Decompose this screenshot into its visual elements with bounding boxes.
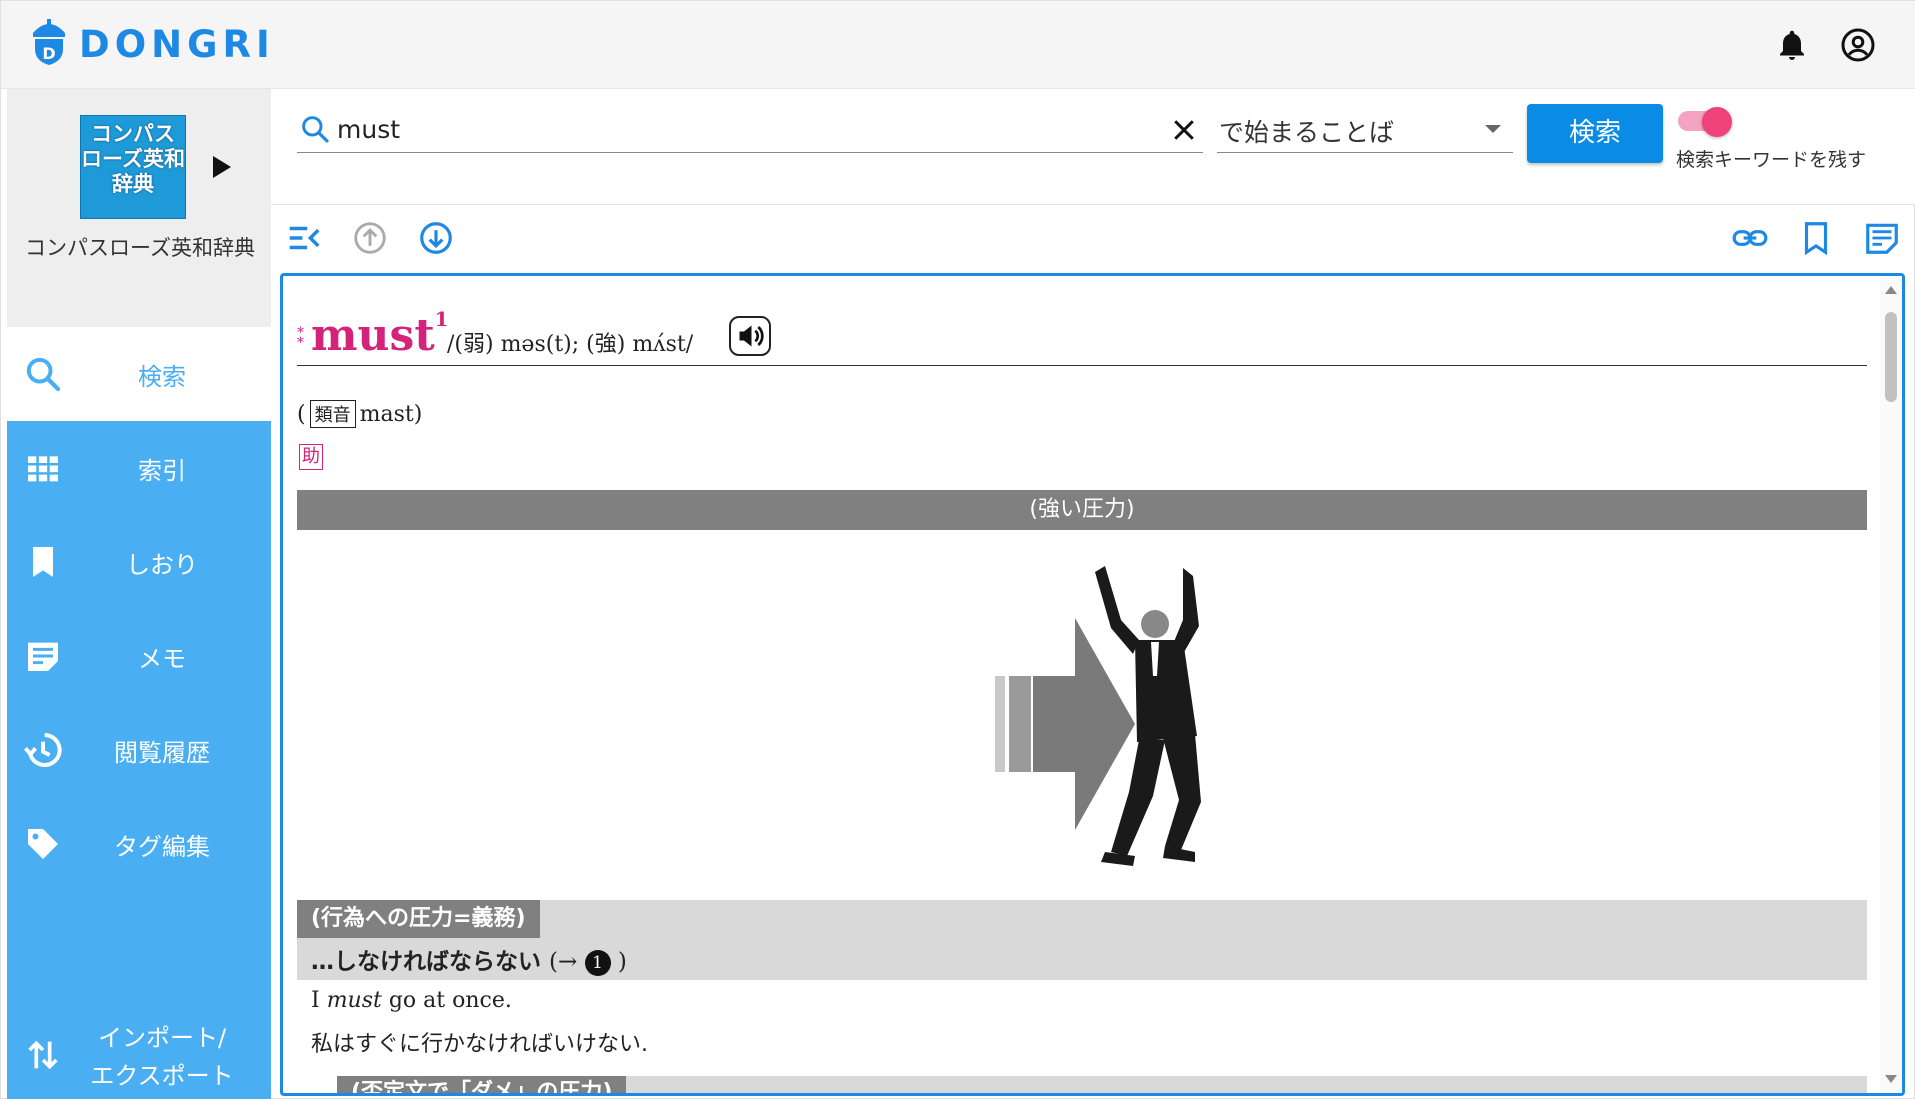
chevron-down-icon [1485,125,1501,133]
headword-text: must [311,310,435,361]
tag-icon [23,824,63,864]
book-cover[interactable]: コンパスローズ英和辞典 [80,115,186,219]
arrow-down-circle-icon[interactable] [417,219,455,257]
memo-outline-icon[interactable] [1863,219,1901,257]
app-window: D DONGRI コンパスローズ英和辞典 コンパスローズ英和辞典 検索 索引 し… [0,0,1915,1099]
sidebar-item-tag-edit[interactable]: タグ編集 [7,797,271,891]
speaker-icon[interactable] [729,316,771,356]
import-export-icon [23,1035,63,1075]
search-icon [23,354,63,394]
sidebar-item-search[interactable]: 検索 [7,327,271,421]
headword: must1 [311,307,449,361]
sidebar-item-label: 閲覧履歴 [114,738,210,767]
next-section-tag: (否定文で「ダメ」の圧力) [337,1076,627,1093]
sidebar-item-bookmarks[interactable]: しおり [7,515,271,609]
app-name: DONGRI [79,22,275,66]
core-meaning-bar: (強い圧力) [297,490,1867,530]
arrow-up-circle-icon[interactable] [351,219,389,257]
sidebar-item-history[interactable]: 閲覧履歴 [7,703,271,797]
bell-icon[interactable] [1774,27,1810,63]
sidebar-item-index[interactable]: 索引 [7,421,271,515]
bookmark-outline-icon[interactable] [1797,219,1835,257]
sidebar-item-label: タグ編集 [114,832,210,861]
collapse-menu-icon[interactable] [285,219,323,257]
scroll-up-arrow-icon[interactable] [1885,286,1897,294]
book-selector[interactable]: コンパスローズ英和辞典 コンパスローズ英和辞典 [7,89,271,327]
ref-open: (→ [549,949,578,975]
sidebar-item-label: しおり [126,550,198,579]
toggle-knob [1702,107,1732,137]
section-title: …しなければならない (→ 1 ) [311,942,627,976]
paren-open: ( [297,402,306,427]
account-circle-icon[interactable] [1840,27,1876,63]
sidebar-item-label: 検索 [138,362,186,391]
section-tag: (行為への圧力=義務) [297,900,540,938]
similar-word[interactable]: mast [360,402,414,427]
keep-keyword-toggle[interactable] [1678,107,1732,137]
example-pre: I [311,988,327,1013]
search-input-value[interactable]: must [337,115,400,144]
core-image-illustration [987,556,1267,876]
frequency-stars: * * [297,325,304,351]
section-title-text: …しなければならない [311,949,541,975]
search-mode-value: で始まることば [1219,118,1395,147]
similar-sound-tag: 類音 [309,400,356,428]
sidebar-item-label: メモ [138,644,186,673]
search-icon [299,113,331,145]
bookmark-icon [23,542,63,582]
pronunciation: /(弱) məs(t); (強) mʌ́st/ [447,332,694,357]
acorn-logo-icon: D [29,19,69,69]
sidebar-item-label: 索引 [138,456,186,485]
export-label: エクスポート [90,1062,234,1090]
history-icon [23,730,63,770]
meaning-section: (行為への圧力=義務) …しなければならない (→ 1 ) [297,900,1867,980]
svg-text:D: D [42,44,55,63]
keep-keyword-label: 検索キーワードを残す [1676,149,1867,171]
section-ref[interactable]: (→ 1 ) [549,949,627,976]
search-button[interactable]: 検索 [1527,104,1663,163]
scrollbar[interactable] [1880,276,1902,1093]
example-japanese: 私はすぐに行かなければいけない. [311,1032,648,1057]
sidebar-item-import-export[interactable]: インポート/ エクスポート [7,1009,271,1099]
example-emphasis: must [326,988,382,1013]
part-of-speech-badge: 助 [299,444,323,470]
book-name: コンパスローズ英和辞典 [25,236,255,260]
next-meaning-section: (否定文で「ダメ」の圧力) [337,1076,1867,1093]
link-icon[interactable] [1731,219,1769,257]
search-area: must で始まることば 検索 検索キーワードを残す [271,89,1915,205]
logo[interactable]: D DONGRI [29,19,275,69]
scrollbar-thumb[interactable] [1885,312,1897,402]
entry-headline: * * must1 /(弱) məs(t); (強) mʌ́st/ [297,306,1867,366]
close-icon[interactable] [1169,115,1199,145]
example-english: I must go at once. [311,988,512,1013]
sidebar-item-label: インポート/ エクスポート [77,1019,247,1095]
import-label: インポート/ [97,1024,227,1052]
grid-icon [23,448,63,488]
top-bar: D DONGRI [1,1,1915,89]
dictionary-entry-panel[interactable]: * * must1 /(弱) məs(t); (強) mʌ́st/ (類音 mast… [280,273,1905,1096]
search-input[interactable]: must [297,105,1203,153]
scroll-down-arrow-icon[interactable] [1885,1075,1897,1083]
paren-close: ) [413,402,423,427]
example-post: go at once. [381,988,512,1013]
sense-number-badge[interactable]: 1 [584,950,611,976]
sidebar-item-memo[interactable]: メモ [7,609,271,703]
play-arrow-icon[interactable] [213,156,231,178]
ref-close: ) [617,949,627,975]
sidebar: コンパスローズ英和辞典 コンパスローズ英和辞典 検索 索引 しおり メモ 閲覧履… [7,89,271,1099]
similar-sound-line: (類音 mast) [297,400,422,428]
search-mode-select[interactable]: で始まることば [1217,105,1513,153]
entry-toolbar [271,205,1915,271]
memo-icon [23,636,63,676]
